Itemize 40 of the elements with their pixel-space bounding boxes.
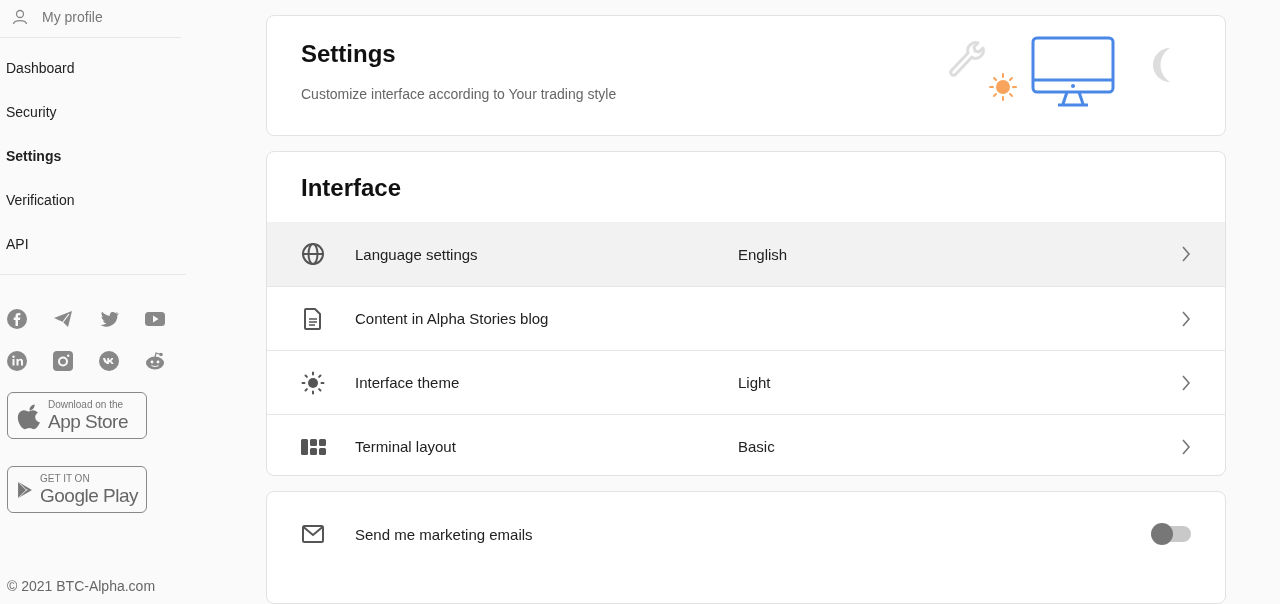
- globe-icon: [301, 242, 327, 267]
- vk-logo-icon[interactable]: [99, 351, 119, 371]
- settings-row[interactable]: Interface theme Light: [267, 350, 1225, 415]
- row-label: Interface theme: [355, 374, 461, 392]
- settings-row[interactable]: Terminal layout Basic: [267, 414, 1225, 476]
- page-subtitle: Customize interface according to Your trading style: [301, 85, 617, 102]
- sidebar-item[interactable]: Security: [0, 90, 186, 134]
- toggle-switch[interactable]: [1153, 526, 1191, 543]
- row-label: Content in Alpha Stories blog: [355, 310, 550, 328]
- facebook-icon[interactable]: [7, 309, 27, 329]
- page-title: Settings: [301, 39, 397, 68]
- row-label: Terminal layout: [355, 438, 457, 456]
- app-store-button[interactable]: Download on the App Store: [7, 392, 147, 439]
- play-video-icon[interactable]: [145, 309, 165, 329]
- profile-link[interactable]: My profile: [0, 2, 186, 32]
- bird-icon[interactable]: [99, 309, 119, 329]
- camera-icon[interactable]: [53, 351, 73, 371]
- sidebar-item[interactable]: API: [0, 222, 186, 266]
- sidebar-item[interactable]: Settings: [0, 134, 186, 178]
- row-value: English: [738, 245, 789, 263]
- in-logo-icon[interactable]: [7, 351, 27, 371]
- row-value: Basic: [738, 438, 776, 456]
- paper-plane-icon[interactable]: [53, 309, 73, 329]
- settings-row[interactable]: Language settings English: [267, 222, 1225, 287]
- settings-row[interactable]: Content in Alpha Stories blog: [267, 286, 1225, 351]
- chevron-right-icon: [1181, 245, 1191, 264]
- sun-icon: [301, 370, 327, 395]
- chevron-right-icon: [1181, 309, 1191, 328]
- alien-head-icon[interactable]: [145, 351, 165, 371]
- sidebar-item[interactable]: Dashboard: [0, 46, 186, 90]
- sidebar-item[interactable]: Verification: [0, 178, 186, 222]
- row-label: Send me marketing emails: [355, 525, 534, 543]
- chevron-right-icon: [1181, 437, 1191, 456]
- section-title: Interface: [300, 173, 403, 204]
- row-value: Light: [738, 374, 772, 392]
- copyright-text: © 2021 BTC-Alpha.com: [6, 578, 157, 594]
- google-play-button[interactable]: GET IT ON Google Play: [7, 466, 147, 513]
- row-label: Language settings: [355, 245, 479, 263]
- chevron-right-icon: [1181, 373, 1191, 392]
- person-icon: [12, 9, 28, 25]
